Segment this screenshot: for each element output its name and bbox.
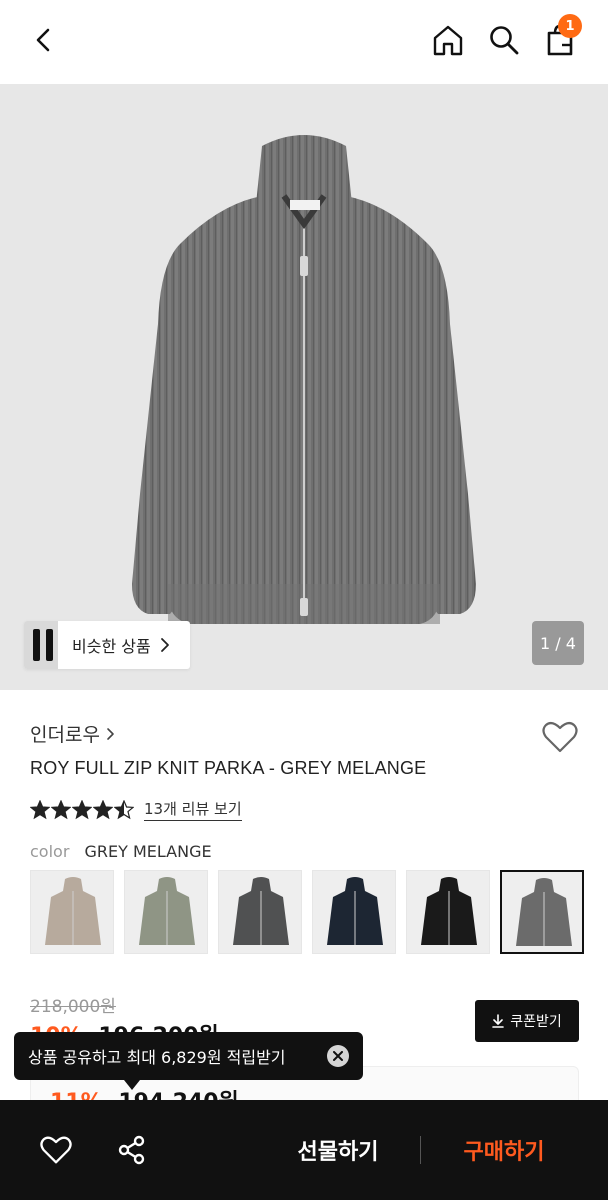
chevron-right-icon bbox=[107, 727, 114, 740]
bottom-action-bar: 선물하기 구매하기 bbox=[0, 1100, 608, 1200]
similar-products-thumbnail bbox=[24, 621, 58, 669]
star-icon bbox=[114, 799, 134, 819]
original-price: 218,000원 bbox=[30, 997, 116, 1017]
color-swatch[interactable] bbox=[312, 870, 396, 954]
close-icon bbox=[333, 1051, 343, 1061]
tooltip-close-button[interactable] bbox=[327, 1045, 349, 1067]
chevron-left-icon bbox=[36, 28, 50, 52]
tooltip-arrow bbox=[124, 1080, 140, 1090]
similar-products-label: 비슷한 상품 bbox=[72, 637, 151, 656]
product-image bbox=[132, 135, 476, 624]
image-pager: 1 / 4 bbox=[532, 621, 584, 665]
star-rating bbox=[30, 799, 134, 820]
cart-count-badge: 1 bbox=[558, 14, 582, 38]
color-label: color bbox=[30, 842, 70, 861]
star-icon bbox=[72, 799, 92, 819]
like-button[interactable] bbox=[38, 1132, 74, 1168]
color-swatches bbox=[30, 870, 584, 954]
back-button[interactable] bbox=[24, 20, 64, 60]
color-swatch[interactable] bbox=[124, 870, 208, 954]
chevron-right-icon bbox=[160, 638, 169, 652]
gift-button[interactable]: 선물하기 bbox=[282, 1134, 394, 1166]
bar-divider bbox=[420, 1136, 421, 1164]
buy-button[interactable]: 구매하기 bbox=[448, 1134, 560, 1166]
heart-icon bbox=[542, 721, 578, 753]
share-icon bbox=[118, 1135, 145, 1165]
home-icon bbox=[433, 25, 463, 56]
share-reward-tooltip: 상품 공유하고 최대 6,829원 적립받기 bbox=[14, 1032, 363, 1080]
brand-link[interactable]: 인더로우 bbox=[30, 720, 116, 747]
top-nav-bar: 1 bbox=[0, 0, 608, 84]
cart-button[interactable]: 1 bbox=[540, 14, 582, 60]
coupon-label: 쿠폰받기 bbox=[510, 1014, 562, 1030]
star-icon bbox=[51, 799, 71, 819]
tooltip-text: 상품 공유하고 최대 6,829원 적립받기 bbox=[28, 1048, 286, 1067]
color-swatch[interactable] bbox=[218, 870, 302, 954]
brand-name: 인더로우 bbox=[30, 724, 100, 746]
wishlist-button[interactable] bbox=[542, 720, 578, 758]
home-button[interactable] bbox=[428, 20, 468, 60]
download-icon bbox=[492, 1014, 505, 1028]
search-icon bbox=[490, 26, 519, 55]
rating-row: 13개 리뷰 보기 bbox=[30, 798, 242, 821]
color-row: color GREY MELANGE bbox=[30, 842, 212, 861]
color-swatch[interactable] bbox=[406, 870, 490, 954]
share-button[interactable] bbox=[114, 1132, 150, 1168]
product-title: ROY FULL ZIP KNIT PARKA - GREY MELANGE bbox=[30, 758, 427, 778]
similar-products-button[interactable]: 비슷한 상품 bbox=[24, 621, 190, 669]
star-icon bbox=[93, 799, 113, 819]
color-value: GREY MELANGE bbox=[84, 842, 212, 861]
heart-icon bbox=[40, 1136, 72, 1164]
star-icon bbox=[30, 799, 50, 819]
search-button[interactable] bbox=[484, 20, 524, 60]
color-swatch[interactable] bbox=[30, 870, 114, 954]
coupon-button[interactable]: 쿠폰받기 bbox=[475, 1000, 579, 1042]
product-image-gallery[interactable]: 비슷한 상품 1 / 4 bbox=[0, 84, 608, 690]
review-link[interactable]: 13개 리뷰 보기 bbox=[144, 798, 242, 821]
color-swatch[interactable] bbox=[500, 870, 584, 954]
